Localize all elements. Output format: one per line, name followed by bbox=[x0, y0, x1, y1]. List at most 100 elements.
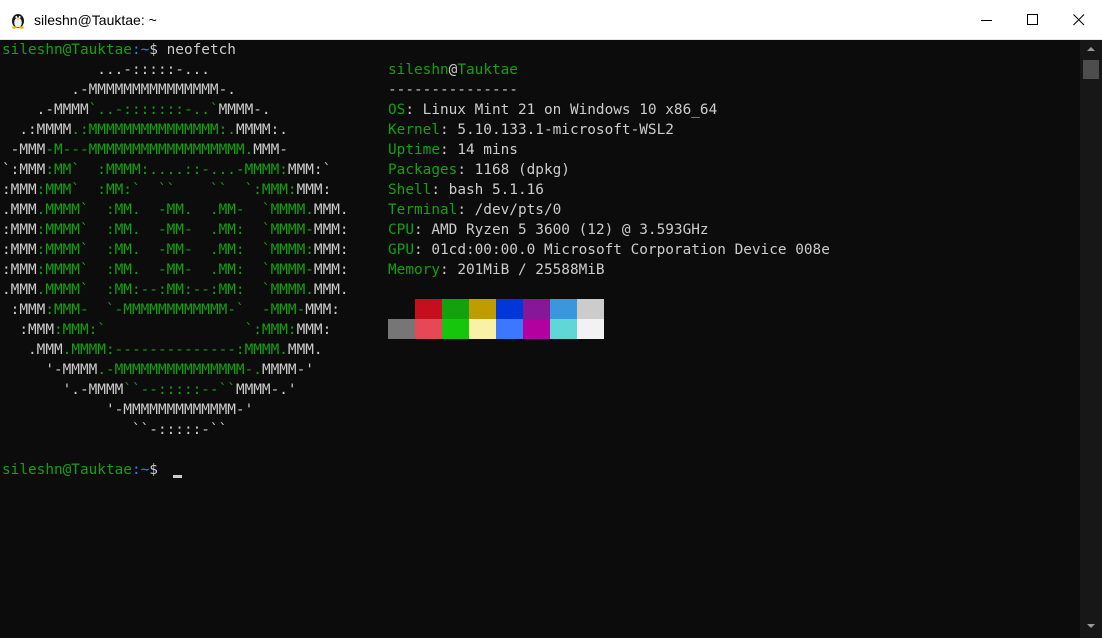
logo-segment: :MM` :MMMM:....::-...-MMMM: bbox=[45, 162, 288, 178]
logo-line: '-MMMMMMMMMMMMM-' bbox=[2, 400, 253, 420]
logo-segment: `:MMM bbox=[2, 162, 46, 178]
minimize-button[interactable] bbox=[964, 0, 1010, 40]
logo-segment: MMMM-. bbox=[218, 102, 271, 118]
logo-line: .MMM.MMMM` :MM. -MM. .MM- `MMMM.MMM. bbox=[2, 200, 349, 220]
info-row: Memory: 201MiB / 25588MiB bbox=[388, 260, 605, 280]
color-swatch bbox=[442, 319, 469, 339]
logo-segment: MMM: bbox=[313, 262, 349, 278]
logo-segment: '-MMMMMMMMMMMMM-' bbox=[2, 402, 254, 418]
color-swatch bbox=[523, 319, 550, 339]
logo-segment: MMM. bbox=[313, 202, 349, 218]
logo-segment: :MMM bbox=[2, 222, 37, 238]
logo-segment: MMM- bbox=[253, 142, 288, 158]
logo-segment: MMM: bbox=[296, 322, 332, 338]
prompt-symbol: $ bbox=[149, 462, 158, 478]
logo-segment: MMM:` bbox=[287, 162, 332, 178]
logo-line: :MMM:MMMM` :MM. -MM- .MM: `MMMM-MMM: bbox=[2, 260, 349, 280]
close-icon bbox=[1073, 14, 1085, 26]
info-key-separator: : bbox=[439, 262, 458, 278]
info-key: Kernel bbox=[388, 122, 440, 138]
logo-segment: :MMM bbox=[2, 302, 46, 318]
logo-line: -MMM-M---MMMMMMMMMMMMMMMMMM.MMM- bbox=[2, 140, 288, 160]
info-row: Kernel: 5.10.133.1-microsoft-WSL2 bbox=[388, 120, 674, 140]
prompt-symbol: $ bbox=[149, 42, 158, 58]
info-value: 14 mins bbox=[457, 142, 518, 158]
command-text: neofetch bbox=[157, 42, 236, 58]
logo-segment: .:MMMM bbox=[2, 122, 72, 138]
info-key-separator: : bbox=[457, 162, 475, 178]
color-swatch bbox=[469, 319, 496, 339]
logo-segment: ``--:::::--`` bbox=[123, 382, 236, 398]
logo-segment: MMM. bbox=[313, 282, 349, 298]
info-value: bash 5.1.16 bbox=[448, 182, 544, 198]
info-user: sileshn bbox=[388, 62, 449, 78]
info-key: CPU bbox=[388, 222, 414, 238]
logo-segment: :MMM` :MM:` `` `` `:MMM: bbox=[36, 182, 297, 198]
logo-segment: :MMMM` :MM. -MM- .MM: `MMMM: bbox=[36, 242, 314, 258]
color-swatch bbox=[442, 299, 469, 319]
info-key-separator: : bbox=[457, 202, 475, 218]
color-swatch bbox=[496, 299, 523, 319]
logo-segment: :MMM- `-MMMMMMMMMMMM-` -MMM- bbox=[45, 302, 306, 318]
scroll-down-arrow-icon[interactable] bbox=[1085, 622, 1097, 630]
info-key: OS bbox=[388, 102, 406, 118]
logo-segment: MMM: bbox=[296, 182, 332, 198]
logo-segment: :MMM bbox=[2, 322, 54, 338]
prompt-user-host: sileshn@Tauktae bbox=[2, 42, 132, 58]
logo-line: .-MMMMMMMMMMMMMMM-. bbox=[2, 80, 236, 100]
color-swatch bbox=[415, 299, 442, 319]
info-row: GPU: 01cd:00:00.0 Microsoft Corporation … bbox=[388, 240, 830, 260]
terminal-window: sileshn@Tauktae: ~ sileshn@Tauktae:~$ ne… bbox=[0, 0, 1102, 638]
info-value: Linux Mint 21 on Windows 10 x86_64 bbox=[422, 102, 718, 118]
logo-segment: '.-MMMM bbox=[2, 382, 124, 398]
prompt-path: :~ bbox=[131, 462, 150, 478]
logo-segment: MMM: bbox=[305, 302, 340, 318]
logo-line: .-MMMM`..-:::::::-..`MMMM-. bbox=[2, 100, 271, 120]
command-line: sileshn@Tauktae:~$ neofetch bbox=[2, 40, 236, 60]
logo-segment: .MMM bbox=[2, 342, 63, 358]
color-swatch bbox=[550, 319, 577, 339]
info-value: 1168 (dpkg) bbox=[474, 162, 570, 178]
info-separator: --------------- bbox=[388, 82, 518, 98]
logo-segment: MMM: bbox=[313, 222, 349, 238]
info-value: 201MiB / 25588MiB bbox=[457, 262, 605, 278]
logo-segment: :MMMM` :MM. -MM- .MM: `MMMM- bbox=[36, 262, 314, 278]
logo-segment: :MMM:` `:MMM: bbox=[53, 322, 297, 338]
info-host: Tauktae bbox=[457, 62, 518, 78]
info-key: Terminal bbox=[388, 202, 458, 218]
info-row: CPU: AMD Ryzen 5 3600 (12) @ 3.593GHz bbox=[388, 220, 709, 240]
logo-line: .:MMMM.:MMMMMMMMMMMMMMM:.MMMM:. bbox=[2, 120, 288, 140]
info-key-separator: : bbox=[414, 242, 432, 258]
logo-line: :MMM:MMM- `-MMMMMMMMMMMM-` -MMM-MMM: bbox=[2, 300, 340, 320]
logo-line: :MMM:MMMM` :MM. -MM- .MM: `MMMM:MMM: bbox=[2, 240, 349, 260]
logo-segment: :MMMM` :MM. -MM- .MM: `MMMM- bbox=[36, 222, 314, 238]
title-bar[interactable]: sileshn@Tauktae: ~ bbox=[0, 0, 1102, 40]
logo-segment: ``-:::::-`` bbox=[2, 422, 228, 438]
info-user-host: sileshn@Tauktae bbox=[388, 60, 518, 80]
maximize-button[interactable] bbox=[1010, 0, 1056, 40]
logo-segment: MMMM:. bbox=[235, 122, 288, 138]
logo-segment: MMMM-' bbox=[261, 362, 314, 378]
logo-segment: -M---MMMMMMMMMMMMMMMMMM. bbox=[45, 142, 254, 158]
info-key-separator: : bbox=[439, 142, 458, 158]
color-swatch bbox=[388, 299, 415, 319]
logo-line: .MMM.MMMM` :MM:--:MM:--:MM: `MMMM.MMM. bbox=[2, 280, 349, 300]
info-key: Uptime bbox=[388, 142, 440, 158]
info-row: Packages: 1168 (dpkg) bbox=[388, 160, 570, 180]
logo-segment: .-MMMMMMMMMMMMMMM-. bbox=[97, 362, 262, 378]
scroll-up-arrow-icon[interactable] bbox=[1085, 45, 1097, 53]
info-row: Terminal: /dev/pts/0 bbox=[388, 200, 561, 220]
logo-segment: MMMM-.' bbox=[235, 382, 297, 398]
color-swatch bbox=[415, 319, 442, 339]
terminal-output[interactable]: sileshn@Tauktae:~$ neofetch ...-:::::-..… bbox=[0, 40, 1080, 638]
scrollbar-thumb[interactable] bbox=[1083, 60, 1099, 79]
logo-line: :MMM:MMM:` `:MMM:MMM: bbox=[2, 320, 331, 340]
color-swatch bbox=[469, 299, 496, 319]
vertical-scrollbar[interactable] bbox=[1080, 40, 1102, 638]
info-key: Packages bbox=[388, 162, 458, 178]
logo-segment: -MMM bbox=[2, 142, 46, 158]
logo-segment: .MMM bbox=[2, 202, 37, 218]
logo-line: :MMM:MMMM` :MM. -MM- .MM: `MMMM-MMM: bbox=[2, 220, 349, 240]
info-key-separator: : bbox=[405, 102, 423, 118]
close-button[interactable] bbox=[1056, 0, 1102, 40]
